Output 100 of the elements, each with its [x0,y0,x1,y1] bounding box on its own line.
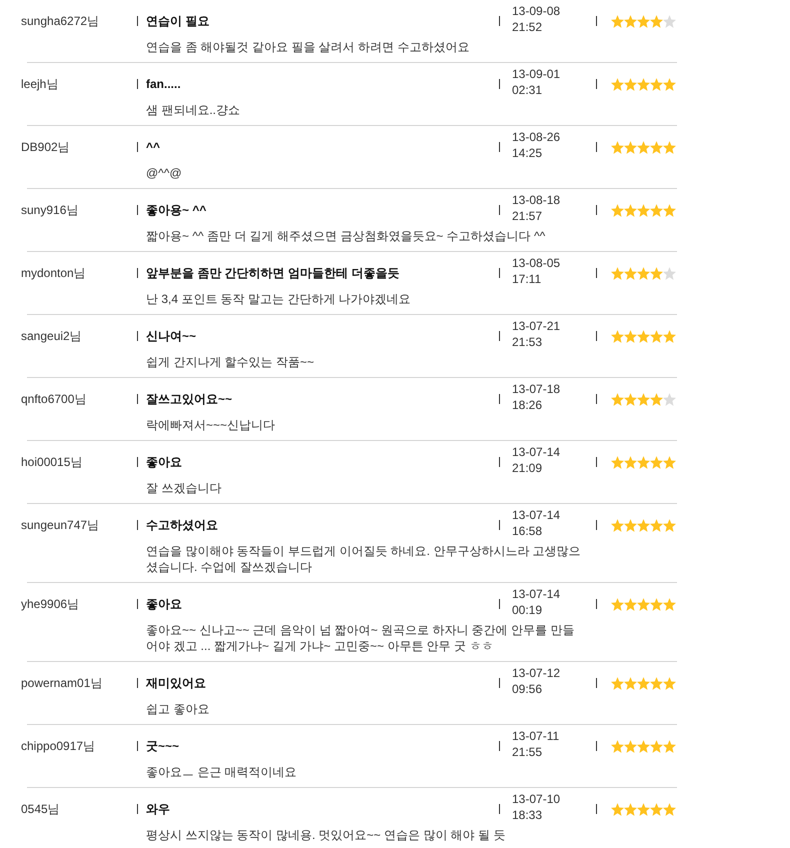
review-title: 좋아요 [146,454,183,469]
filled-star-icon [650,78,663,91]
review-title: ^^ [146,139,162,154]
filled-star-icon [637,267,650,280]
review-time: 16:58 [512,523,542,539]
review-comment: 짧아용~ ^^ 좀만 더 길게 해주셨으면 금상첨화였을듯요~ 수고하셨습니다 ^^ [146,228,546,244]
reviewer-name: mydonton님 [21,264,87,280]
review-comment: 좋아요~~ 신나고~~ 근데 음악이 넘 짧아여~ 원곡으로 하자니 중간에 안무를 만들어야 겠고 ... 짧게가냐~ 길게 가냐~ 고민중~~ 아무튼 안무 굿 ㅎㅎ [146,622,576,654]
review-comment: 연습을 좀 해야될것 같아요 필을 살려서 하려면 수고하셨어요 [146,39,470,55]
filled-star-icon [611,15,624,28]
filled-star-icon [624,204,637,217]
filled-star-icon [611,598,624,611]
filled-star-icon [611,78,624,91]
filled-star-icon [637,330,650,343]
filled-star-icon [611,519,624,532]
filled-star-icon [624,330,637,343]
review-date: 13-08-26 [512,129,560,145]
review-comment: 좋아요ㅡ 은근 매력적이네요 [146,764,298,780]
filled-star-icon [611,393,624,406]
filled-star-icon [624,803,637,816]
filled-star-icon [624,141,637,154]
reviewer-name: chippo0917님 [21,738,96,752]
filled-star-icon [637,598,650,611]
reviewer-name: sungeun747님 [21,516,100,532]
filled-star-icon [611,456,624,469]
review-title: 앞부분을 좀만 간단히하면 엄마들한테 더좋을듯 [146,265,400,280]
review-time: 00:19 [512,602,542,618]
filled-star-icon [624,598,637,611]
filled-star-icon [611,204,624,217]
review-date: 13-07-11 [512,728,560,744]
filled-star-icon [624,519,637,532]
filled-star-icon [611,267,624,280]
filled-star-icon [650,330,663,343]
review-date: 13-07-14 [512,507,560,523]
review-comment: 평상시 쓰지않는 동작이 많네용. 멋있어요~~ 연습은 많이 해야 될 듯 [146,827,506,843]
filled-star-icon [663,141,676,154]
reviewer-name: 0545님 [21,800,61,816]
review-title: 좋아용~ ^^ [146,202,208,217]
review-date: 13-07-14 [512,444,560,460]
filled-star-icon [663,330,676,343]
review-comment: 연습을 많이해야 동작들이 부드럽게 이어질듯 하네요. 안무구상하시느라 고생많으셨습니다. 수업에 잘쓰겠습니다 [146,543,582,575]
filled-star-icon [637,677,650,690]
filled-star-icon [637,141,650,154]
reviewer-name: suny916님 [21,202,80,216]
filled-star-icon [650,456,663,469]
review-comment: 쉽고 좋아요 [146,701,210,717]
review-date: 13-07-12 [512,665,560,681]
review-title: 재미있어요 [146,675,207,690]
review-date: 13-07-10 [512,791,560,807]
filled-star-icon [663,677,676,690]
filled-star-icon [624,267,637,280]
review-date: 13-07-14 [512,586,560,602]
reviewer-name: DB902님 [21,138,71,154]
filled-star-icon [650,740,663,753]
review-title: 신나여~~ [146,328,198,343]
reviewer-name: powernam01님 [21,674,104,690]
filled-star-icon [637,204,650,217]
review-time: 17:11 [512,271,542,287]
filled-star-icon [663,519,676,532]
filled-star-icon [663,78,676,91]
filled-star-icon [650,15,663,28]
filled-star-icon [637,740,650,753]
review-comment: 샘 팬되네요..걍쇼 [146,102,242,118]
filled-star-icon [611,141,624,154]
review-comment: 쉽게 간지나게 할수있는 작품~~ [146,354,316,370]
reviewer-name: qnfto6700님 [21,390,88,406]
filled-star-icon [624,677,637,690]
filled-star-icon [637,803,650,816]
reviewer-name: yhe9906님 [21,596,80,610]
review-title: 잘쓰고있어요~~ [146,391,234,406]
filled-star-icon [663,456,676,469]
review-date: 13-07-21 [512,318,560,334]
review-date: 13-09-08 [512,3,560,19]
filled-star-icon [637,519,650,532]
filled-star-icon [611,803,624,816]
filled-star-icon [611,740,624,753]
review-time: 09:56 [512,681,542,697]
reviewer-name: leejh님 [21,76,60,90]
filled-star-icon [663,803,676,816]
review-time: 18:26 [512,397,542,413]
review-date: 13-07-18 [512,381,560,397]
review-title: 좋아요 [146,596,183,611]
review-time: 18:33 [512,807,542,823]
filled-star-icon [663,598,676,611]
review-time: 21:09 [512,460,542,476]
filled-star-icon [650,598,663,611]
filled-star-icon [637,78,650,91]
filled-star-icon [611,677,624,690]
filled-star-icon [650,393,663,406]
filled-star-icon [637,456,650,469]
review-title: 수고하셨어요 [146,517,219,532]
review-date: 13-08-05 [512,255,560,271]
review-time: 21:53 [512,334,542,350]
review-time: 21:57 [512,208,542,224]
filled-star-icon [611,330,624,343]
filled-star-icon [650,141,663,154]
review-comment: @^^@ [146,165,183,181]
filled-star-icon [663,740,676,753]
filled-star-icon [650,267,663,280]
reviewer-name: sangeui2님 [21,328,83,342]
